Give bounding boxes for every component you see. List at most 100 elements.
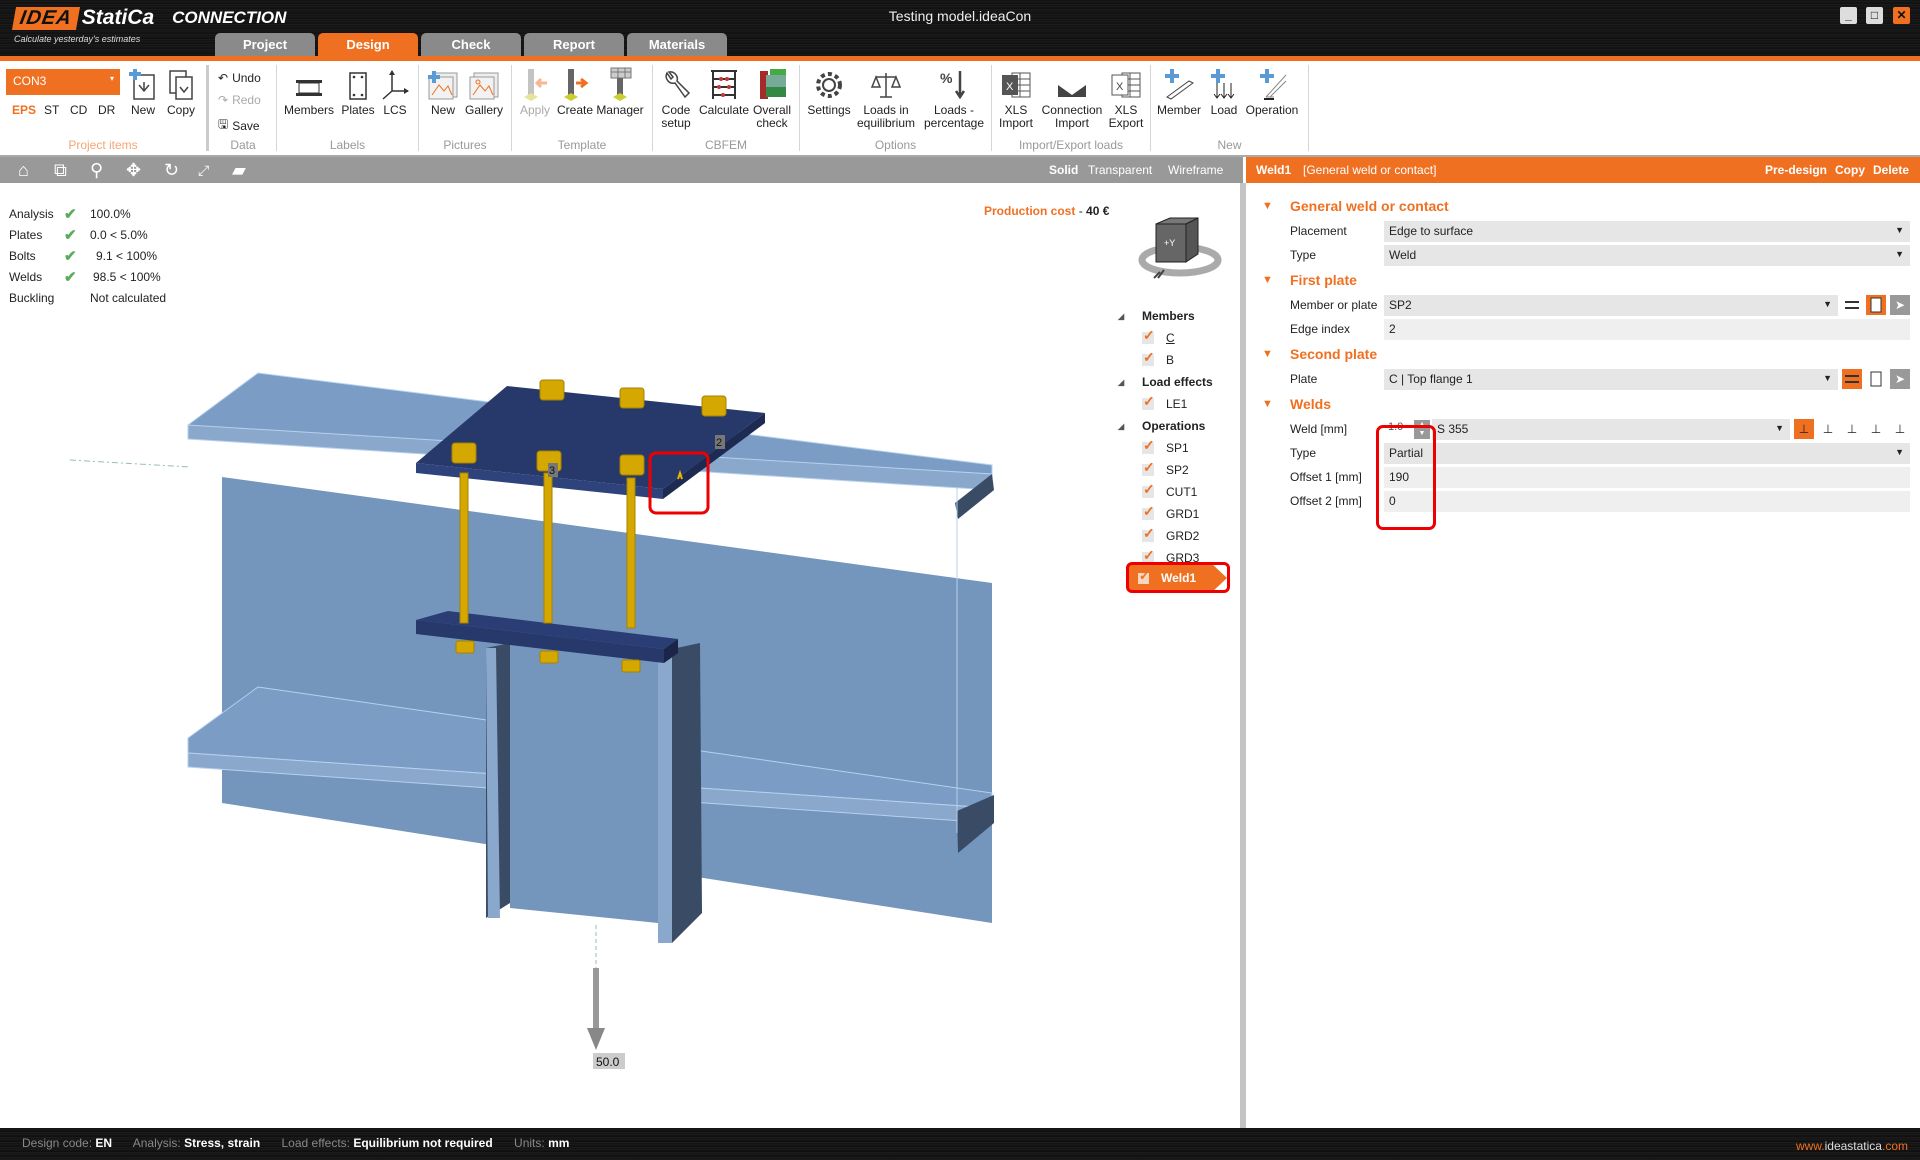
weld-type-double-icon[interactable]: ⊥ (1842, 419, 1862, 439)
plate-pick-icon[interactable] (1866, 295, 1886, 315)
section-welds[interactable]: ▼ Welds (1260, 391, 1910, 417)
tree-item-sp1[interactable]: SP1 (1118, 437, 1213, 459)
code-setup-button[interactable]: Code setup (658, 67, 694, 130)
rotate-icon[interactable]: ↻ (164, 160, 179, 181)
member-or-plate-select[interactable]: SP2 ▼ (1384, 294, 1838, 316)
tree-group-operations[interactable]: ◢ Operations (1118, 415, 1213, 437)
new-load-button[interactable]: Load (1208, 67, 1240, 117)
cursor-pick-icon[interactable]: ➤ (1890, 295, 1910, 315)
lcs-labels-button[interactable]: LCS (380, 67, 410, 117)
mode-eps[interactable]: EPS (12, 103, 36, 117)
home-icon[interactable]: ⌂ (18, 160, 29, 181)
render-icon[interactable]: ▰ (232, 160, 246, 181)
tree-item-c[interactable]: C (1118, 327, 1213, 349)
load-arrow[interactable]: 50.0 (587, 925, 625, 1069)
weld-type-none-icon[interactable]: ⊥ (1890, 419, 1910, 439)
tab-check[interactable]: Check (421, 33, 521, 56)
checkbox[interactable] (1142, 503, 1155, 520)
redo-button[interactable]: ↷ Redo (218, 93, 261, 107)
section-second-plate[interactable]: ▼ Second plate (1260, 341, 1910, 367)
tree-item-grd1[interactable]: GRD1 (1118, 503, 1213, 525)
tree-group-members[interactable]: ◢ Members (1118, 305, 1213, 327)
new-connection-button[interactable]: New (126, 67, 160, 117)
new-picture-button[interactable]: New (426, 67, 460, 117)
cursor-pick-icon[interactable]: ➤ (1890, 369, 1910, 389)
tab-report[interactable]: Report (524, 33, 624, 56)
type-select[interactable]: Weld ▼ (1384, 244, 1910, 266)
placement-select[interactable]: Edge to surface ▼ (1384, 220, 1910, 242)
settings-button[interactable]: Settings (806, 67, 852, 117)
collapse-triangle-icon[interactable]: ▼ (1260, 348, 1290, 360)
tree-group-load-effects[interactable]: ◢ Load effects (1118, 371, 1213, 393)
column-c[interactable] (486, 641, 702, 943)
collapse-triangle-icon[interactable]: ◢ (1118, 378, 1142, 387)
website-link[interactable]: www.ideastatica.com (1796, 1139, 1908, 1153)
checkbox[interactable] (1142, 327, 1155, 344)
xls-import-button[interactable]: X XLS Import (996, 67, 1036, 130)
maximize-button[interactable]: □ (1866, 7, 1883, 24)
pan-icon[interactable]: ✥ (126, 160, 141, 181)
section-first-plate[interactable]: ▼ First plate (1260, 267, 1910, 293)
calculate-button[interactable]: Calculate (698, 67, 750, 117)
checkbox[interactable] (1142, 349, 1155, 366)
collapse-triangle-icon[interactable]: ◢ (1118, 422, 1142, 431)
member-pick-icon[interactable] (1842, 369, 1862, 389)
weld-type-fillet-icon[interactable]: ⊥ (1794, 419, 1814, 439)
tree-item-cut1[interactable]: CUT1 (1118, 481, 1213, 503)
edge-index-input[interactable]: 2 (1384, 318, 1910, 340)
3d-viewport[interactable]: 2 3 50.0 (0, 183, 1100, 1128)
zoom-icon[interactable]: ⚲ (90, 160, 103, 181)
close-button[interactable]: ✕ (1893, 7, 1910, 24)
loads-equilibrium-button[interactable]: Loads in equilibrium (854, 67, 918, 130)
delete-button[interactable]: Delete (1873, 163, 1909, 177)
checkbox[interactable] (1142, 525, 1155, 542)
member-pick-icon[interactable] (1842, 295, 1862, 315)
collapse-triangle-icon[interactable]: ▼ (1260, 274, 1290, 286)
mode-solid[interactable]: Solid (1049, 163, 1078, 177)
checkbox[interactable] (1142, 459, 1155, 476)
mode-cd[interactable]: CD (70, 103, 87, 117)
collapse-triangle-icon[interactable]: ▼ (1260, 398, 1290, 410)
save-button[interactable]: 🖫 Save (218, 115, 260, 136)
new-operation-button[interactable]: Operation (1245, 67, 1299, 117)
copy-connection-button[interactable]: Copy (164, 67, 198, 117)
new-member-button[interactable]: Member (1156, 67, 1202, 117)
checkbox[interactable] (1142, 393, 1155, 410)
tree-item-le1[interactable]: LE1 (1118, 393, 1213, 415)
section-general[interactable]: ▼ General weld or contact (1260, 193, 1910, 219)
tab-design[interactable]: Design (318, 33, 418, 56)
collapse-triangle-icon[interactable]: ◢ (1118, 312, 1142, 321)
apply-template-button[interactable]: Apply (518, 67, 552, 117)
copy-button[interactable]: Copy (1835, 163, 1865, 177)
loads-percentage-button[interactable]: % Loads - percentage (922, 67, 986, 130)
tree-item-b[interactable]: B (1118, 349, 1213, 371)
minimize-button[interactable]: _ (1840, 7, 1857, 24)
mode-st[interactable]: ST (44, 103, 59, 117)
xls-export-button[interactable]: X XLS Export (1106, 67, 1146, 130)
offset1-input[interactable]: 190 (1384, 466, 1910, 488)
zoom-window-icon[interactable]: ⧉ (54, 160, 67, 181)
undo-button[interactable]: ↶ Undo (218, 71, 261, 85)
collapse-triangle-icon[interactable]: ▼ (1260, 200, 1290, 212)
connection-import-button[interactable]: Connection Import (1038, 67, 1106, 130)
members-labels-button[interactable]: Members (284, 67, 334, 117)
gallery-button[interactable]: Gallery (464, 67, 504, 117)
panel-splitter[interactable] (1240, 183, 1246, 1128)
pre-design-button[interactable]: Pre-design (1765, 163, 1827, 177)
tree-item-sp2[interactable]: SP2 (1118, 459, 1213, 481)
checkbox[interactable] (1142, 437, 1155, 454)
checkbox[interactable] (1142, 481, 1155, 498)
mode-wireframe[interactable]: Wireframe (1168, 163, 1223, 177)
weld-type-butt-icon[interactable]: ⊥ (1866, 419, 1886, 439)
weld-type-select[interactable]: Partial ▼ (1384, 442, 1910, 464)
create-template-button[interactable]: Create (556, 67, 594, 117)
weld-material-select[interactable]: S 355 ▼ (1432, 418, 1790, 440)
mode-dr[interactable]: DR (98, 103, 115, 117)
plates-labels-button[interactable]: Plates (340, 67, 376, 117)
plate-select[interactable]: C | Top flange 1 ▼ (1384, 368, 1838, 390)
tab-materials[interactable]: Materials (627, 33, 727, 56)
template-manager-button[interactable]: Manager (596, 67, 644, 117)
connection-select[interactable]: CON3 ▾ (6, 69, 120, 95)
view-cube[interactable]: +Y (1134, 214, 1230, 284)
weld-type-left-icon[interactable]: ⊥ (1818, 419, 1838, 439)
